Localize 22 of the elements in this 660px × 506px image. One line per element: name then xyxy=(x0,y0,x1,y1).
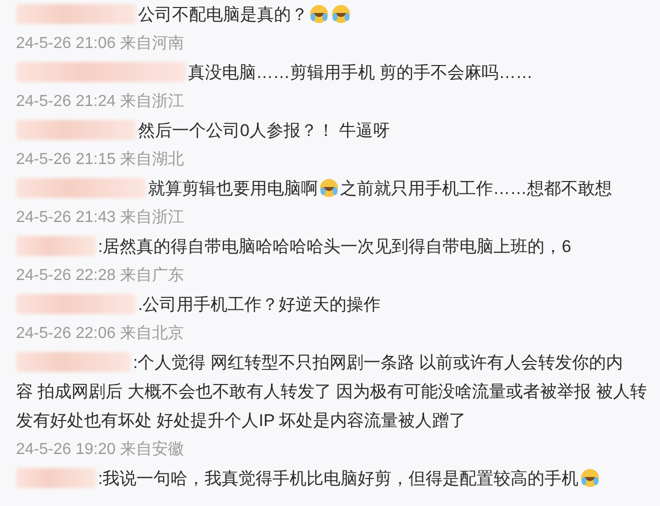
comment-text: 真没电脑……剪辑用手机 剪的手不会麻吗…… xyxy=(188,63,533,82)
comment-text: :我说一句哈，我真觉得手机比电脑好剪，但得是配置较高的手机 xyxy=(98,469,579,488)
comment-timestamp: 24-5-26 22:28 来自广东 xyxy=(16,267,184,284)
laughing-emoji-icon xyxy=(331,4,351,24)
comment-text: 就算剪辑也要用电脑啊 xyxy=(148,179,318,198)
laughing-emoji-icon xyxy=(580,468,600,488)
comment-text: 公司不配电脑是真的？ xyxy=(138,5,308,24)
comment-timestamp: 24-5-26 21:24 来自浙江 xyxy=(16,93,184,110)
comment-text: :居然真的得自带电脑哈哈哈哈头一次见到得自带电脑上班的，6 xyxy=(98,237,572,256)
comment-timestamp: 24-5-26 21:06 来自河南 xyxy=(16,35,184,52)
comment-text: 容 拍成网剧后 大概不会也不敢有人转发了 因为极有可能没啥流量或者被举报 被人转 xyxy=(16,382,647,401)
comment-text: :个人觉得 网红转型不只拍网剧一条路 以前或许有人会转发你的内 xyxy=(133,353,624,372)
comment-text: 之前就只用手机工作……想都不敢想 xyxy=(340,179,612,198)
comment-timestamp: 24-5-26 21:43 来自浙江 xyxy=(16,209,184,226)
comment-timestamp: 24-5-26 21:15 来自湖北 xyxy=(16,151,184,168)
comment-text: 然后一个公司0人参报？！ 牛逼呀 xyxy=(138,121,390,140)
laughing-emoji-icon xyxy=(309,4,329,24)
comment-text: .公司用手机工作？好逆天的操作 xyxy=(138,295,381,314)
laughing-emoji-icon xyxy=(319,178,339,198)
comment-text: 发有好处也有坏处 好处提升个人IP 坏处是内容流量被人蹭了 xyxy=(16,411,466,430)
comment-timestamp: 24-5-26 19:20 来自安徽 xyxy=(16,441,184,458)
comment-timestamp: 24-5-26 22:06 来自北京 xyxy=(16,325,184,342)
